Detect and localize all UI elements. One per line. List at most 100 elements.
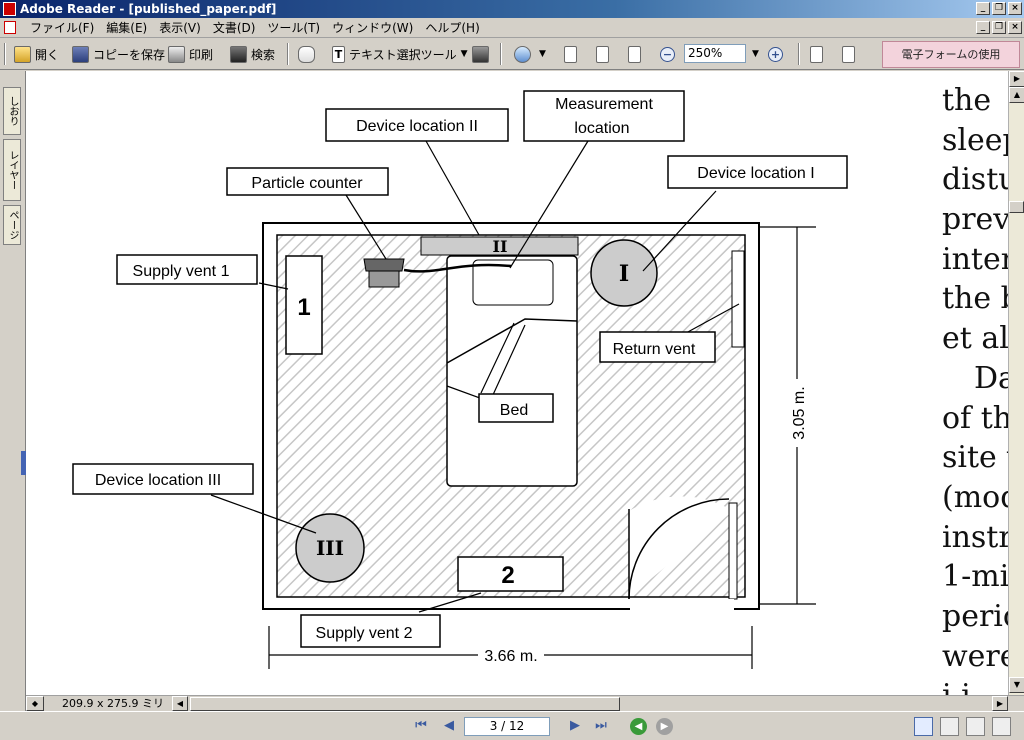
tab-layers[interactable]: レイヤー xyxy=(3,139,21,201)
text-line: the b xyxy=(942,281,1008,317)
zoom-in-button[interactable]: + xyxy=(768,44,783,64)
binoculars-icon xyxy=(230,45,247,63)
rotate-page-icon xyxy=(810,45,823,63)
open-label: 開く xyxy=(35,47,60,62)
zoom-tool-button[interactable]: ▼ xyxy=(514,44,546,64)
first-page-icon[interactable]: ⏮ xyxy=(412,718,430,734)
fit-width-button[interactable] xyxy=(628,44,645,64)
text-cursor-icon: T xyxy=(332,45,345,63)
text-select-tool-button[interactable]: T テキスト選択ツール ▼ xyxy=(332,44,468,64)
back-view-icon[interactable]: ◀ xyxy=(630,718,647,735)
folder-icon xyxy=(14,45,31,63)
paper-body-text: the sleep distu prev inter the b et al D… xyxy=(942,81,1008,695)
window-title: Adobe Reader - [published_paper.pdf] xyxy=(20,2,277,16)
zoom-out-button[interactable]: − xyxy=(660,44,675,64)
zoom-level-input[interactable]: 250% xyxy=(684,44,746,63)
camera-icon xyxy=(472,45,489,63)
status-bar: ⏮ ◀ 3 / 12 ▶ ⏭ ◀ ▶ xyxy=(0,711,1024,740)
fit-width-icon xyxy=(628,45,641,63)
hand-icon xyxy=(298,45,315,63)
printer-icon xyxy=(168,45,185,63)
text-line: the xyxy=(942,83,992,118)
horizontal-scroll-thumb[interactable] xyxy=(190,697,620,711)
doc-close-button[interactable]: × xyxy=(1008,21,1022,34)
single-page-view-icon[interactable] xyxy=(914,717,933,736)
page-number-input[interactable]: 3 / 12 xyxy=(464,717,550,736)
toolbar-separator xyxy=(798,43,800,65)
bed-pillow xyxy=(472,259,554,306)
magnifier-icon xyxy=(514,45,531,63)
menu-window[interactable]: ウィンドウ(W) xyxy=(326,20,419,36)
scroll-right-arrow-icon[interactable]: ▶ xyxy=(992,696,1008,711)
navigation-pane-strip: しおり レイヤー ページ xyxy=(0,71,26,711)
actual-size-button[interactable] xyxy=(564,44,581,64)
scroll-up-arrow-icon[interactable]: ▲ xyxy=(1009,87,1024,103)
label-bed: Bed xyxy=(500,402,528,419)
zoom-dropdown-button[interactable]: ▼ xyxy=(748,44,759,64)
text-line: i i xyxy=(942,676,1008,695)
hand-tool-button[interactable] xyxy=(298,44,319,64)
save-copy-button[interactable]: コピーを保存 xyxy=(72,44,165,64)
menu-file[interactable]: ファイル(F) xyxy=(24,20,100,36)
forms-button[interactable]: 電子フォームの使用 xyxy=(882,41,1020,68)
last-page-icon[interactable]: ⏭ xyxy=(592,718,610,734)
rotate-button[interactable] xyxy=(810,44,827,64)
text-line: instr xyxy=(942,519,1008,555)
continuous-view-icon[interactable] xyxy=(940,717,959,736)
menu-view[interactable]: 表示(V) xyxy=(153,20,207,36)
close-button[interactable]: × xyxy=(1008,2,1022,15)
text-line: 1-mi xyxy=(942,559,1008,595)
menu-bar: ファイル(F) 編集(E) 表示(V) 文書(D) ツール(T) ウィンドウ(W… xyxy=(0,18,1024,38)
menu-document[interactable]: 文書(D) xyxy=(207,20,262,36)
device-location-2-mark: II xyxy=(493,237,508,256)
document-view[interactable]: 1 II I III 2 Device location II Measurem… xyxy=(26,71,1008,695)
doc-restore-button[interactable]: ❐ xyxy=(992,21,1006,34)
search-button[interactable]: 検索 xyxy=(230,44,275,64)
text-line: et al xyxy=(942,321,1008,357)
label-measurement-location: location xyxy=(574,120,629,137)
menu-tools[interactable]: ツール(T) xyxy=(261,20,326,36)
continuous-facing-view-icon[interactable] xyxy=(992,717,1011,736)
chevron-down-icon[interactable]: ▼ xyxy=(539,49,546,59)
text-line: Da xyxy=(974,360,1008,396)
vertical-scrollbar[interactable]: ▶ ▲ ▼ xyxy=(1008,71,1024,695)
fit-page-button[interactable] xyxy=(596,44,613,64)
chevron-down-icon[interactable]: ▼ xyxy=(461,49,468,59)
scroll-right-arrow-icon[interactable]: ▶ xyxy=(1009,71,1024,87)
open-button[interactable]: 開く xyxy=(14,44,59,64)
print-label: 印刷 xyxy=(189,47,214,62)
doc-minimize-button[interactable]: _ xyxy=(976,21,990,34)
forward-view-icon[interactable]: ▶ xyxy=(656,718,673,735)
vertical-scroll-thumb[interactable] xyxy=(1009,201,1024,213)
text-line: sleep xyxy=(942,122,1008,158)
minimize-button[interactable]: _ xyxy=(976,2,990,15)
restore-button[interactable]: ❐ xyxy=(992,2,1006,15)
scroll-left-arrow-icon[interactable]: ◀ xyxy=(172,696,188,711)
tab-bookmarks[interactable]: しおり xyxy=(3,87,21,135)
title-bar: Adobe Reader - [published_paper.pdf] _ ❐… xyxy=(0,0,1024,18)
label-measurement: Measurement xyxy=(555,96,653,113)
text-line: perio xyxy=(942,598,1008,634)
particle-counter-device xyxy=(363,258,405,272)
horizontal-scrollbar[interactable]: ◆ 209.9 x 275.9 ミリ ◀ ▶ xyxy=(26,695,1024,711)
toolbar: 開く コピーを保存 印刷 検索 T テキスト選択ツール ▼ ▼ − ▼ + xyxy=(0,38,1024,70)
print-button[interactable]: 印刷 xyxy=(168,44,213,64)
pdf-document-icon[interactable] xyxy=(4,21,16,34)
snapshot-tool-button[interactable] xyxy=(472,44,493,64)
facing-view-icon[interactable] xyxy=(966,717,985,736)
split-view-handle-icon[interactable]: ◆ xyxy=(26,696,44,711)
menu-help[interactable]: ヘルプ(H) xyxy=(419,20,485,36)
rotate-view-button[interactable] xyxy=(842,44,859,64)
save-disk-icon xyxy=(72,45,89,63)
menu-edit[interactable]: 編集(E) xyxy=(100,20,153,36)
save-copy-label: コピーを保存 xyxy=(93,47,166,62)
toolbar-separator xyxy=(500,43,502,65)
previous-page-icon[interactable]: ◀ xyxy=(440,718,458,734)
tab-pages[interactable]: ページ xyxy=(3,205,21,245)
scroll-down-arrow-icon[interactable]: ▼ xyxy=(1009,677,1024,693)
device-location-1-mark: I xyxy=(619,261,629,287)
supply-vent-2-mark: 2 xyxy=(501,562,514,589)
next-page-icon[interactable]: ▶ xyxy=(566,718,584,734)
label-particle-counter: Particle counter xyxy=(251,175,363,192)
label-supply-vent-1: Supply vent 1 xyxy=(133,263,230,280)
